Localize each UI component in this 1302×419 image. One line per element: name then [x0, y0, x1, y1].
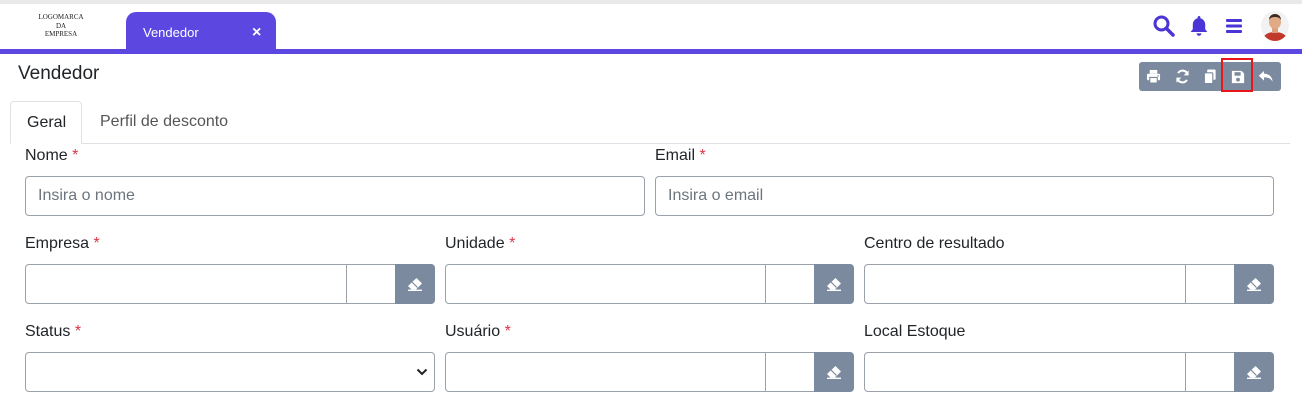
tabs-divider [10, 143, 1290, 144]
save-highlight [1221, 58, 1253, 92]
header-accent-bar [0, 49, 1302, 54]
lookup-divider [1185, 353, 1186, 391]
usuario-clear-button[interactable] [814, 352, 854, 392]
nome-placeholder: Insira o nome [38, 187, 135, 204]
centro-clear-button[interactable] [1234, 264, 1274, 304]
usuario-input[interactable] [445, 352, 816, 392]
status-label: Status * [25, 323, 82, 340]
nome-input[interactable]: Insira o nome [25, 176, 645, 216]
page-title: Vendedor [18, 63, 100, 84]
print-icon[interactable] [1139, 62, 1167, 91]
estoque-label: Local Estoque [864, 323, 966, 340]
open-tab-label: Vendedor [143, 25, 199, 40]
tab-geral[interactable]: Geral [10, 101, 82, 144]
lookup-divider [765, 353, 766, 391]
lookup-divider [1185, 265, 1186, 303]
eraser-icon [1247, 366, 1261, 379]
logo-line: EMPRESA [44, 30, 78, 38]
tab-label: Geral [27, 114, 67, 131]
email-placeholder: Insira o email [668, 187, 764, 204]
estoque-clear-button[interactable] [1234, 352, 1274, 392]
lookup-divider [346, 265, 347, 303]
empresa-input[interactable] [25, 264, 397, 304]
unidade-label: Unidade * [445, 235, 516, 252]
action-toolbar [1139, 62, 1281, 91]
close-icon[interactable]: × [252, 25, 261, 41]
logo-line: DA [55, 21, 67, 30]
lookup-divider [765, 265, 766, 303]
tab-perfil-de-desconto[interactable]: Perfil de desconto [100, 113, 228, 131]
empresa-clear-button[interactable] [395, 264, 435, 304]
unidade-input[interactable] [445, 264, 816, 304]
eraser-icon [827, 278, 841, 291]
undo-icon[interactable] [1252, 62, 1280, 91]
eraser-icon [1247, 278, 1261, 291]
copy-icon[interactable] [1196, 62, 1224, 91]
avatar[interactable] [1261, 11, 1289, 41]
search-icon[interactable] [1152, 14, 1176, 38]
empresa-label: Empresa * [25, 235, 100, 252]
email-input[interactable]: Insira o email [655, 176, 1274, 216]
usuario-label: Usuário * [445, 323, 511, 340]
refresh-icon[interactable] [1168, 62, 1196, 91]
menu-icon[interactable] [1222, 14, 1246, 38]
logo-line: LOGOMARCA [38, 13, 84, 21]
open-tab-vendedor[interactable]: Vendedor × [126, 12, 276, 50]
centro-label: Centro de resultado [864, 235, 1005, 252]
company-logo: LOGOMARCA DA EMPRESA [32, 13, 90, 39]
status-select[interactable] [25, 352, 435, 392]
estoque-input[interactable] [864, 352, 1236, 392]
eraser-icon [408, 278, 422, 291]
chevron-down-icon [416, 368, 428, 376]
centro-input[interactable] [864, 264, 1236, 304]
nome-label: Nome * [25, 147, 79, 164]
eraser-icon [827, 366, 841, 379]
email-label: Email * [655, 147, 706, 164]
unidade-clear-button[interactable] [814, 264, 854, 304]
bell-icon[interactable] [1187, 14, 1211, 38]
